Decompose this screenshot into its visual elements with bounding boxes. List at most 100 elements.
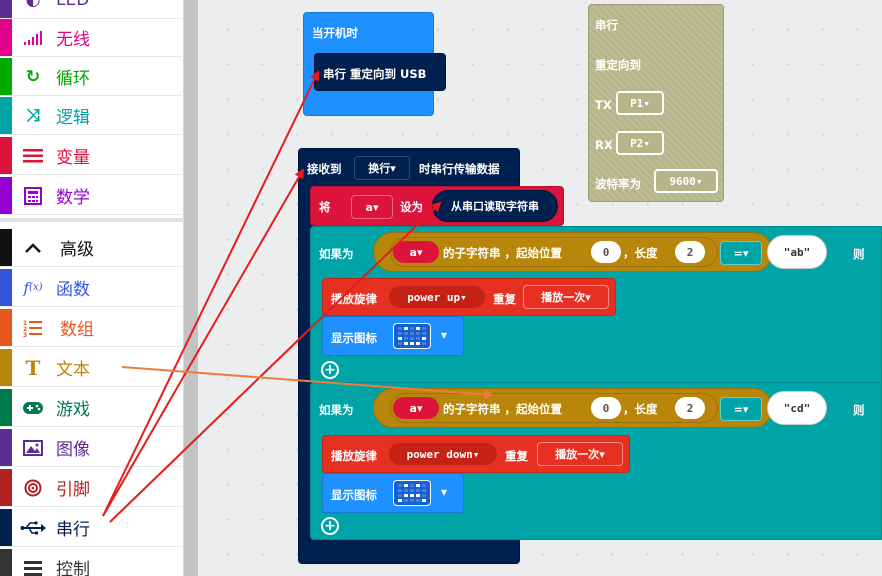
chevron-down-icon[interactable]: ▾ (441, 328, 447, 342)
variable-dropdown[interactable]: a (351, 195, 393, 219)
tx-label: TX (595, 98, 612, 112)
category-label: 控制 (56, 560, 90, 576)
category-color-bar (0, 389, 12, 426)
set-variable-block[interactable]: 将 a 设为 从串口读取字符串 (310, 186, 564, 226)
category-color-bar (0, 19, 12, 56)
show-icon-block-2[interactable]: 显示图标 ▾ (322, 473, 464, 513)
start-input[interactable]: 0 (591, 241, 621, 263)
category-color-bar (0, 229, 12, 266)
image-icon (20, 435, 46, 461)
stack-icon (20, 555, 46, 576)
target-icon (20, 475, 46, 501)
category-color-bar (0, 469, 12, 506)
category-advanced[interactable]: 高级 (0, 229, 184, 267)
sad-face-icon[interactable] (393, 480, 431, 506)
add-else-icon[interactable]: + (321, 517, 339, 535)
length-input[interactable]: 2 (675, 241, 705, 263)
toolbox-scrollbar[interactable] (184, 0, 198, 576)
rx-dropdown[interactable]: P2 (616, 131, 664, 155)
category-label: 游戏 (56, 400, 90, 420)
substring-block[interactable]: a 的子字符串 ，起始位置 0 ，长度 2 (390, 393, 718, 423)
show-icon-block-1[interactable]: 显示图标 ▾ (322, 316, 464, 356)
on-received-suffix: 时串行传输数据 (419, 162, 500, 176)
smiley-icon[interactable] (393, 323, 431, 349)
serial-redirect-block-disabled[interactable]: 串行 重定向到 TX P1 RX P2 波特率为 9600 (588, 4, 724, 202)
baud-dropdown[interactable]: 9600 (654, 169, 718, 193)
loop-icon: ↻ (25, 66, 41, 87)
function-icon: f (x) (23, 278, 43, 297)
category-color-bar (0, 429, 12, 466)
category-pins[interactable]: 引脚 (0, 469, 184, 507)
length-label: ，长度 (623, 402, 658, 416)
length-label: ，长度 (623, 246, 658, 260)
if-label: 如果为 (319, 247, 354, 261)
category-variables[interactable]: 变量 (0, 137, 184, 175)
substring-block[interactable]: a 的子字符串 ，起始位置 0 ，长度 2 (390, 237, 718, 267)
substring-label: 的子字符串 ，起始位置 (443, 246, 563, 260)
tx-dropdown[interactable]: P1 (616, 91, 664, 115)
category-label: 高级 (60, 240, 94, 260)
lines-icon (20, 143, 46, 169)
delimiter-dropdown[interactable]: 换行 (354, 156, 410, 180)
category-functions[interactable]: f (x) 函数 (0, 269, 184, 307)
category-arrays[interactable]: 123 数组 (0, 309, 184, 347)
set-to-label: 设为 (400, 200, 423, 214)
repeat-dropdown[interactable]: 播放一次 (523, 285, 609, 309)
variable-a-reporter[interactable]: a (393, 241, 439, 263)
rx-label: RX (595, 138, 613, 152)
serial-redirect-usb-label: 串行 重定向到 USB (323, 67, 427, 81)
string-input[interactable]: "cd" (767, 391, 827, 425)
melody-dropdown[interactable]: power down (389, 443, 497, 465)
signal-icon (20, 25, 46, 51)
category-label: 循环 (56, 69, 90, 89)
operator-dropdown[interactable]: = (720, 397, 762, 421)
category-color-bar (0, 309, 12, 346)
operator-dropdown[interactable]: = (720, 241, 762, 265)
on-start-block[interactable]: 当开机时 串行 重定向到 USB (303, 12, 446, 116)
variable-a-reporter[interactable]: a (393, 397, 439, 419)
start-input[interactable]: 0 (591, 397, 621, 419)
category-label: 数学 (56, 188, 90, 208)
category-label: 无线 (56, 30, 90, 50)
text-icon: T (25, 355, 41, 380)
category-images[interactable]: 图像 (0, 429, 184, 467)
category-game[interactable]: 游戏 (0, 389, 184, 427)
category-math[interactable]: 数学 (0, 177, 184, 215)
category-label: LED (56, 0, 89, 10)
category-logic[interactable]: ⤨ 逻辑 (0, 97, 184, 135)
category-color-bar (0, 137, 12, 174)
melody-dropdown[interactable]: power up (389, 286, 485, 308)
category-label: 函数 (56, 280, 90, 300)
add-else-icon[interactable]: + (321, 361, 339, 379)
category-label: 逻辑 (56, 108, 90, 128)
chevron-down-icon[interactable]: ▾ (441, 485, 447, 499)
string-input[interactable]: "ab" (767, 235, 827, 269)
length-input[interactable]: 2 (675, 397, 705, 419)
serial-title: 串行 (595, 18, 618, 32)
category-color-bar (0, 58, 12, 95)
on-received-prefix: 接收到 (307, 162, 342, 176)
play-melody-block-1[interactable]: 播放旋律 power up 重复 播放一次 (322, 278, 616, 316)
category-label: 变量 (56, 148, 90, 168)
redirect-label: 重定向到 (595, 58, 641, 72)
repeat-label: 重复 (493, 292, 516, 306)
serial-read-string-block[interactable]: 从串口读取字符串 (432, 190, 558, 222)
category-loops[interactable]: ↻ 循环 (0, 58, 184, 96)
substring-label: 的子字符串 ，起始位置 (443, 402, 563, 416)
category-radio[interactable]: 无线 (0, 19, 184, 57)
category-serial[interactable]: 串行 (0, 509, 184, 547)
repeat-dropdown[interactable]: 播放一次 (537, 442, 623, 466)
compare-block[interactable]: a 的子字符串 ，起始位置 0 ，长度 2 = (373, 232, 773, 272)
category-control[interactable]: 控制 (0, 549, 184, 576)
category-text[interactable]: T 文本 (0, 349, 184, 387)
play-melody-block-2[interactable]: 播放旋律 power down 重复 播放一次 (322, 435, 630, 473)
category-led[interactable]: ◐ LED (0, 0, 184, 19)
compare-block[interactable]: a 的子字符串 ，起始位置 0 ，长度 2 = (373, 388, 773, 428)
usb-icon (20, 515, 46, 541)
divider (0, 218, 184, 222)
category-label: 串行 (56, 520, 90, 540)
category-color-bar (0, 269, 12, 306)
category-color-bar (0, 509, 12, 546)
category-label: 引脚 (56, 480, 90, 500)
serial-redirect-usb-block[interactable]: 串行 重定向到 USB (314, 53, 446, 91)
